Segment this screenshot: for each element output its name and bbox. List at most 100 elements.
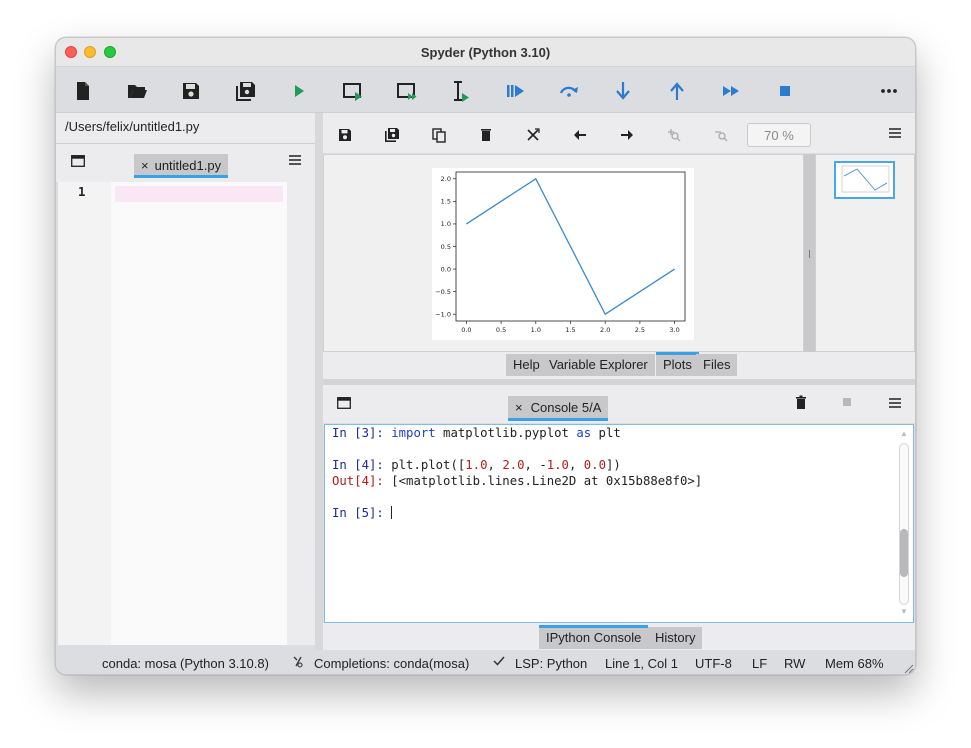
- plots-save-button[interactable]: [335, 125, 355, 145]
- cursor-position-status: Line 1, Col 1: [605, 656, 678, 671]
- ipython-console[interactable]: In [3]: import matplotlib.pyplot as plt I…: [324, 424, 914, 623]
- tab-plots[interactable]: Plots: [656, 352, 699, 376]
- thumbnail-chart-icon: [841, 165, 890, 193]
- fast-forward-icon: [723, 86, 739, 96]
- console-token: as: [576, 426, 592, 440]
- save-file-button[interactable]: [178, 78, 204, 104]
- run-file-button[interactable]: [286, 78, 312, 104]
- window-icon: [337, 397, 351, 409]
- console-token: 1.0: [465, 458, 488, 472]
- zoom-level-field[interactable]: 70 %: [747, 123, 811, 147]
- console-scrollbar[interactable]: ▲ ▼: [898, 429, 910, 619]
- tab-untitled1[interactable]: × untitled1.py: [134, 154, 229, 178]
- stop-icon: [780, 86, 790, 96]
- run-cell-advance-button[interactable]: [394, 78, 420, 104]
- code-editor[interactable]: 1: [58, 182, 315, 645]
- step-out-icon: [670, 82, 684, 100]
- tab-ipython-console[interactable]: IPython Console: [539, 625, 649, 649]
- browse-tabs-button[interactable]: [71, 155, 85, 170]
- x-tick-label: 1.5: [565, 326, 575, 334]
- console-prompt: In [5]:: [332, 506, 384, 520]
- console-tabbar: × Console 5/A: [323, 385, 915, 423]
- editor-scrollbar[interactable]: [287, 182, 315, 645]
- console-options-button[interactable]: [888, 397, 902, 412]
- open-file-button[interactable]: [124, 78, 150, 104]
- browse-console-tabs-button[interactable]: [337, 397, 351, 412]
- debug-file-button[interactable]: [502, 78, 528, 104]
- console-token: ,: [568, 458, 584, 472]
- new-file-button[interactable]: [70, 78, 96, 104]
- editor-path-bar: /Users/felix/untitled1.py: [56, 113, 315, 143]
- plot-splitter[interactable]: [804, 154, 815, 352]
- stop-kernel-button[interactable]: [843, 398, 851, 406]
- plots-copy-button[interactable]: [429, 125, 449, 145]
- console-prompt: In [4]:: [332, 458, 384, 472]
- conda-env-status[interactable]: conda: mosa (Python 3.10.8): [102, 656, 269, 671]
- eol-status: LF: [752, 656, 768, 671]
- plots-remove-all-button[interactable]: [523, 125, 543, 145]
- tab-files[interactable]: Files: [696, 354, 738, 376]
- x-tick-label: 2.5: [635, 326, 645, 334]
- save-all-button[interactable]: [232, 78, 258, 104]
- series-line: [466, 177, 675, 316]
- save-all-icon: [236, 82, 255, 101]
- debug-play-icon: [507, 85, 524, 97]
- resize-grip-icon[interactable]: [902, 662, 914, 674]
- console-scrollbar-thumb[interactable]: [900, 529, 908, 577]
- title-bar: Spyder (Python 3.10): [56, 38, 915, 67]
- run-cell-button[interactable]: [340, 78, 366, 104]
- x-tick-label: 0.0: [461, 326, 471, 334]
- plots-zoom-in-button[interactable]: [664, 125, 684, 145]
- run-selection-button[interactable]: [448, 78, 474, 104]
- debug-step-button[interactable]: [556, 78, 582, 104]
- line-chart: 0.0 0.5 1.0 1.5 2.0 2.5 3.0 2.0 1.5 1.0 0.5 0.0 −0.5…: [432, 168, 694, 340]
- current-line-highlight: [115, 186, 283, 202]
- tab-close-icon[interactable]: ×: [141, 158, 149, 173]
- x-tick-label: 3.0: [669, 326, 679, 334]
- checkmark-icon: [493, 655, 505, 670]
- console-token: ,: [487, 458, 503, 472]
- completions-status[interactable]: Completions: conda(mosa): [314, 656, 469, 671]
- console-token: matplotlib.pyplot: [435, 426, 577, 440]
- y-tick-label: 1.0: [441, 220, 451, 228]
- debug-stop-button[interactable]: [772, 78, 798, 104]
- tab-console-5a[interactable]: × Console 5/A: [508, 396, 609, 421]
- tab-history[interactable]: History: [648, 627, 703, 649]
- plots-previous-button[interactable]: [570, 125, 590, 145]
- plots-options-button[interactable]: [888, 127, 902, 142]
- close-all-icon: [527, 128, 540, 141]
- tab-help[interactable]: Help: [506, 354, 547, 376]
- plot-thumbnails-panel: [815, 154, 915, 352]
- code-area[interactable]: [111, 182, 287, 645]
- plots-zoom-out-button[interactable]: [711, 125, 731, 145]
- more-options-button[interactable]: [876, 78, 902, 104]
- tab-close-icon[interactable]: ×: [515, 400, 523, 415]
- vertical-splitter[interactable]: [315, 113, 323, 650]
- console-token: 2.0: [502, 458, 525, 472]
- console-line: In [3]: import matplotlib.pyplot as plt: [332, 426, 892, 442]
- editor-tabbar: × untitled1.py: [56, 143, 315, 182]
- debug-continue-button[interactable]: [718, 78, 744, 104]
- console-token: 0.0: [583, 458, 606, 472]
- plots-next-button[interactable]: [617, 125, 637, 145]
- y-tick-label: 1.5: [441, 198, 451, 206]
- console-token: plt.plot([: [391, 458, 466, 472]
- step-into-icon: [616, 82, 630, 100]
- editor-options-button[interactable]: [288, 154, 302, 169]
- plots-pane-tabbar: Help Variable Explorer Plots Files: [323, 352, 915, 379]
- plot-thumbnail[interactable]: [834, 161, 895, 199]
- file-path: /Users/felix/untitled1.py: [65, 119, 200, 134]
- lsp-status[interactable]: LSP: Python: [515, 656, 587, 671]
- completions-icon: [292, 655, 304, 671]
- plots-toolbar: 70 %: [323, 113, 915, 153]
- debug-step-return-button[interactable]: [664, 78, 690, 104]
- debug-step-into-button[interactable]: [610, 78, 636, 104]
- save-all-icon: [385, 128, 399, 142]
- plots-save-all-button[interactable]: [382, 125, 402, 145]
- plots-remove-button[interactable]: [476, 125, 496, 145]
- clear-console-button[interactable]: [794, 395, 808, 414]
- x-tick-label: 1.0: [531, 326, 541, 334]
- tab-variable-explorer[interactable]: Variable Explorer: [542, 354, 655, 376]
- window-icon: [71, 155, 85, 167]
- zoom-out-icon: [715, 131, 728, 142]
